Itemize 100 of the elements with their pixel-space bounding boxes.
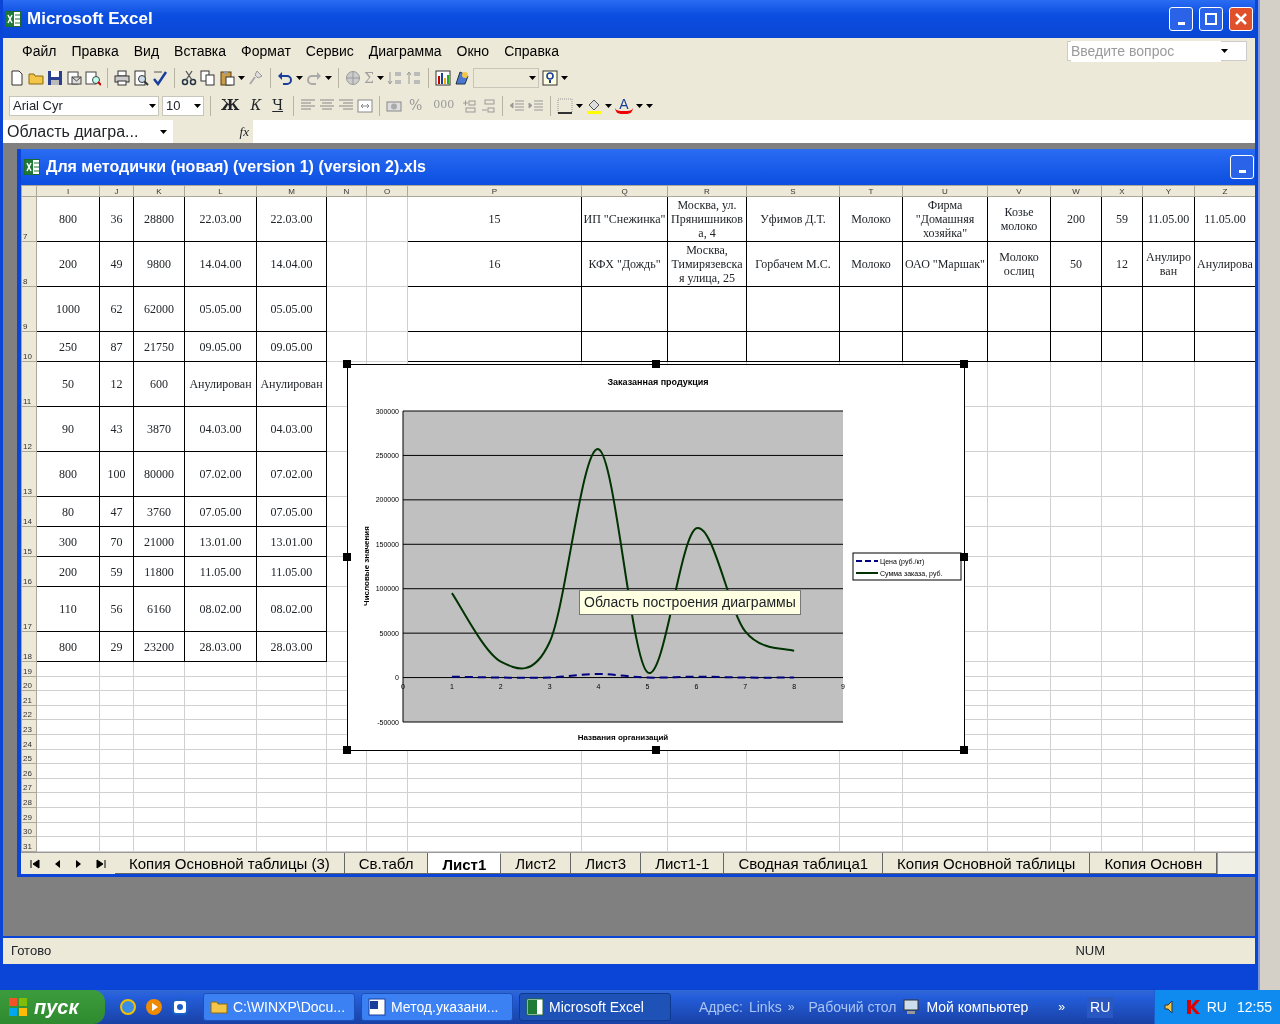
sheet-tab[interactable]: Св.табл (344, 853, 429, 874)
menu-item[interactable]: Сервис (298, 38, 362, 64)
copy-icon[interactable] (200, 70, 216, 86)
column-header[interactable]: I (36, 185, 100, 197)
column-header[interactable]: X (1101, 185, 1143, 197)
font-field[interactable]: Arial Cyr (9, 95, 159, 116)
chart-icon[interactable] (434, 70, 451, 86)
row-header[interactable]: 10 (21, 331, 37, 362)
first-sheet-icon[interactable] (30, 858, 40, 869)
menu-item[interactable]: Вставка (167, 38, 235, 64)
my-computer-label[interactable]: Мой компьютер (926, 996, 1029, 1018)
column-header[interactable]: N (326, 185, 367, 197)
caret-icon[interactable] (376, 76, 384, 80)
menu-item[interactable]: Формат (234, 38, 299, 64)
sheet-tab[interactable]: Лист2 (501, 853, 572, 874)
bold-button[interactable]: Ж (217, 95, 244, 116)
column-header[interactable]: L (184, 185, 257, 197)
column-header[interactable]: Q (581, 185, 668, 197)
column-header[interactable]: W (1050, 185, 1102, 197)
desktop-label[interactable]: Рабочий стол (808, 996, 897, 1018)
row-header[interactable]: 7 (21, 196, 37, 242)
column-header[interactable]: S (746, 185, 840, 197)
resize-handle[interactable] (960, 360, 968, 368)
row-header[interactable]: 9 (21, 286, 37, 332)
caret-icon[interactable] (160, 129, 167, 134)
sheet-tab[interactable]: Лист3 (571, 853, 642, 874)
row-header[interactable]: 18 (21, 631, 37, 662)
insert-function-label[interactable]: fx (173, 119, 253, 144)
column-header[interactable]: T (839, 185, 903, 197)
row-header[interactable]: 15 (21, 526, 37, 557)
row-header[interactable]: 16 (21, 556, 37, 587)
print-icon[interactable] (114, 70, 130, 86)
resize-handle[interactable] (651, 746, 660, 754)
sheet-tab[interactable]: Копия Основной таблицы (3) (115, 853, 345, 874)
row-header[interactable]: 8 (21, 241, 37, 287)
resize-handle[interactable] (343, 553, 351, 561)
row-header[interactable]: 12 (21, 406, 37, 452)
language-indicator[interactable]: RU (1206, 996, 1227, 1018)
column-header[interactable]: O (366, 185, 408, 197)
sheet-tab[interactable]: Копия Основн (1090, 853, 1218, 874)
caret-icon[interactable] (325, 76, 332, 80)
menu-item[interactable]: Справка (497, 38, 568, 64)
magnifier-document-icon[interactable] (85, 70, 101, 86)
chevron[interactable]: » (787, 997, 795, 1017)
column-header[interactable]: V (987, 185, 1051, 197)
row-header[interactable]: 14 (21, 496, 37, 527)
caret-icon[interactable] (296, 76, 303, 80)
start-button[interactable]: пуск (0, 990, 105, 1024)
column-header[interactable]: J (99, 185, 134, 197)
resize-handle[interactable] (343, 746, 351, 754)
taskbar-button[interactable]: C:\WINXP\Docu... (203, 993, 355, 1021)
undo-icon[interactable] (277, 70, 293, 86)
menu-item[interactable]: Диаграмма (361, 38, 450, 64)
sheet-tab[interactable]: Сводная таблица1 (724, 853, 884, 874)
font-size-field[interactable]: 10 (162, 95, 204, 116)
print-preview-icon[interactable] (133, 70, 149, 86)
row-header[interactable]: 11 (21, 361, 37, 407)
column-header[interactable]: Z (1194, 185, 1255, 197)
browser-icon[interactable] (119, 998, 137, 1016)
chevron[interactable]: » (1058, 997, 1066, 1017)
sheet-tab[interactable]: Копия Основной таблицы (883, 853, 1091, 874)
column-header[interactable]: U (902, 185, 988, 197)
email-icon[interactable] (66, 70, 82, 86)
taskbar-button[interactable]: Метод.указани... (361, 993, 513, 1021)
minimize-button[interactable] (1230, 155, 1254, 179)
cut-icon[interactable] (181, 70, 197, 86)
links-label[interactable]: Links (748, 996, 782, 1018)
menu-item[interactable]: Файл (15, 38, 65, 64)
save-icon[interactable] (47, 70, 63, 86)
caret-icon[interactable] (149, 103, 156, 108)
paste-icon[interactable] (219, 70, 235, 86)
caret-icon[interactable] (576, 103, 584, 108)
row-header[interactable]: 17 (21, 586, 37, 632)
resize-handle[interactable] (343, 360, 351, 368)
app-icon[interactable] (5, 11, 21, 27)
merge-center-icon[interactable] (357, 97, 374, 114)
caret-icon[interactable] (1221, 49, 1228, 53)
column-header[interactable]: P (407, 185, 582, 197)
caret-icon[interactable] (560, 76, 568, 80)
italic-button[interactable]: К (246, 95, 266, 116)
font-color-button[interactable]: A (615, 97, 633, 114)
zoom-field[interactable] (472, 68, 539, 88)
resize-handle[interactable] (651, 360, 660, 368)
close-button[interactable] (1229, 7, 1253, 31)
borders-icon[interactable] (557, 97, 574, 114)
workbook-icon[interactable] (24, 159, 40, 175)
sheet-tab[interactable]: Лист1 (428, 853, 502, 874)
fill-color-icon[interactable] (586, 97, 603, 114)
underline-button[interactable]: Ч (268, 95, 288, 116)
column-header[interactable]: Y (1142, 185, 1195, 197)
menu-item[interactable]: Правка (64, 38, 127, 64)
resize-handle[interactable] (960, 746, 968, 754)
caret-icon[interactable] (194, 103, 201, 108)
menu-item[interactable]: Окно (449, 38, 498, 64)
sheet-tab[interactable]: Лист1-1 (641, 853, 725, 874)
messenger-icon[interactable] (171, 998, 189, 1016)
plot-area[interactable] (403, 411, 843, 722)
spellcheck-icon[interactable] (152, 70, 168, 86)
caret-icon[interactable] (605, 103, 613, 108)
taskbar-button[interactable]: Microsoft Excel (519, 993, 671, 1021)
